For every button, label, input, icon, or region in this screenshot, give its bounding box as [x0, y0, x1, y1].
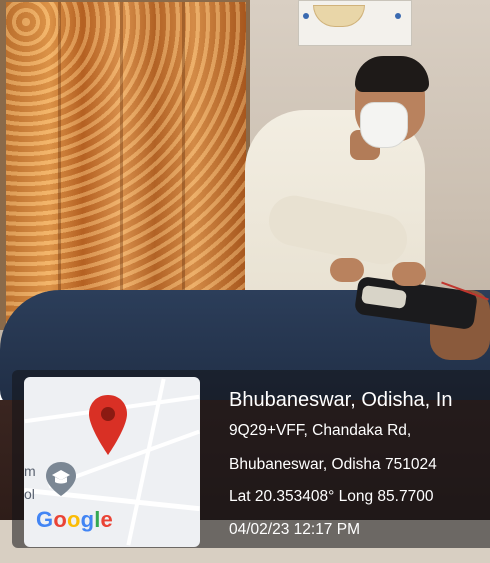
address-line-2: Bhubaneswar, Odisha 751024 [229, 456, 437, 473]
therapist-hair [355, 56, 429, 92]
therapist-hand [330, 258, 364, 282]
poster-illustration [313, 5, 365, 27]
logo-letter: o [53, 507, 67, 532]
geotagged-photo: m ol Google Bhubaneswar, Odisha, In 9Q29… [0, 0, 490, 563]
school-icon [46, 462, 76, 496]
face-mask [360, 102, 408, 148]
logo-letter: e [100, 507, 113, 532]
logo-letter: o [66, 507, 81, 532]
address-line-1: 9Q29+VFF, Chandaka Rd, [229, 422, 412, 439]
curtain-fold [120, 2, 123, 324]
curtain [6, 2, 246, 324]
curtain-fold [58, 2, 61, 324]
timestamp: 04/02/23 12:17 PM [229, 521, 360, 538]
poster-dot [395, 13, 401, 19]
poster-dot [303, 13, 309, 19]
map-label-fragment: ol [24, 486, 35, 502]
logo-letter: G [36, 507, 54, 532]
location-title: Bhubaneswar, Odisha, In [229, 389, 453, 411]
google-logo: Google [36, 507, 113, 533]
map-label-fragment: m [24, 463, 36, 479]
logo-letter: g [80, 507, 95, 532]
location-pin-icon [89, 395, 127, 455]
wall-poster [298, 0, 412, 46]
coordinates: Lat 20.353408° Long 85.7700 [229, 488, 434, 505]
therapist-hand [392, 262, 426, 286]
curtain-fold [182, 2, 185, 324]
